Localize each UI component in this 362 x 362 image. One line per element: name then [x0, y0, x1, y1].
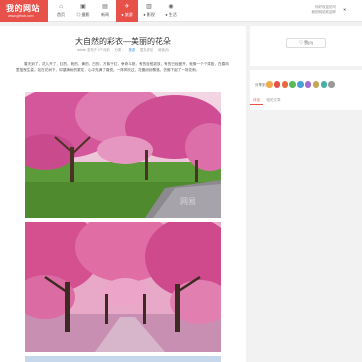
nav-home[interactable]: ⌂ 首页: [50, 0, 72, 22]
article-paragraph: 春天到了，花儿开了，红的、粉的、黄的、白的，万紫千红，争奇斗艳，有的含苞欲放，有…: [16, 62, 229, 72]
nav-news-label: 新闻: [101, 12, 109, 17]
photo-watermark: 网易: [180, 197, 196, 206]
article-category-prefix: 分类：: [114, 48, 125, 52]
share-panel: 分享到： 评论 相关文章: [250, 70, 362, 110]
share-qq-icon[interactable]: [297, 81, 304, 88]
logo-title: 我的网站: [6, 4, 40, 13]
share-douban-icon[interactable]: [312, 81, 320, 88]
cherry-blossom-photo-1: 网易: [25, 92, 221, 218]
article-title: 大自然的彩衣—美丽的花朵: [75, 37, 171, 46]
nav-movies[interactable]: ▥ ● 影视: [138, 0, 160, 22]
share-tencent-icon[interactable]: [281, 81, 289, 88]
camera-icon: ▣: [80, 4, 86, 10]
share-qzone-icon[interactable]: [266, 81, 273, 88]
nav-movies-label: ● 影视: [143, 12, 155, 17]
share-weibo-icon[interactable]: [273, 81, 281, 88]
plane-icon: ✈: [124, 4, 130, 10]
top-navbar: 我的网站 www.github.com ⌂ 首页 ▣ ◎ 摄影 ▤ 新闻 ✈ ●…: [0, 0, 362, 22]
nav-travel[interactable]: ✈ ● 旅游: [116, 0, 138, 22]
site-logo[interactable]: 我的网站 www.github.com: [0, 0, 48, 22]
nav-news[interactable]: ▤ 新闻: [94, 0, 116, 22]
article-category-link[interactable]: 旅游: [129, 48, 136, 52]
close-icon[interactable]: ✕: [343, 7, 346, 12]
film-icon: ▥: [146, 4, 152, 10]
news-icon: ▤: [102, 4, 108, 10]
article-panel: 大自然的彩衣—美丽的花朵 admin 发布于 2个月前 分类： 旅游 暂无评论 阅…: [0, 26, 246, 362]
logo-subtitle: www.github.com: [8, 14, 34, 18]
welcome-line-2: 我的网站欢迎你: [311, 10, 337, 14]
nav-home-label: 首页: [57, 12, 65, 17]
article-author: admin 发布于 2个月前: [77, 48, 110, 52]
article-views: 阅读(9): [158, 48, 169, 52]
main-nav: ⌂ 首页 ▣ ◎ 摄影 ▤ 新闻 ✈ ● 旅游 ▥ ● 影视 ◉ ● 生活: [50, 0, 182, 22]
nav-life-label: ● 生活: [165, 12, 177, 17]
like-button[interactable]: ♡ 赞(0): [286, 38, 326, 48]
tab-comments[interactable]: 评论: [250, 98, 264, 105]
comment-tabs: 评论 相关文章: [250, 98, 284, 105]
nav-travel-label: ● 旅游: [121, 12, 133, 17]
home-icon: ⌂: [59, 4, 63, 10]
share-more-icon[interactable]: [328, 81, 335, 88]
life-icon: ◉: [168, 4, 174, 10]
article-comments[interactable]: 暂无评论: [140, 48, 153, 52]
photo-3-partial: [25, 356, 221, 362]
share-wechat-icon[interactable]: [289, 81, 296, 88]
tab-related[interactable]: 相关文章: [263, 98, 283, 105]
cherry-blossom-photo-2: [25, 222, 221, 352]
welcome-text: 你好欢迎访问 我的网站欢迎你: [306, 5, 337, 15]
nav-photography-label: ◎ 摄影: [76, 12, 90, 17]
share-renren-icon[interactable]: [304, 81, 312, 88]
share-icons: [266, 81, 336, 88]
article-meta: admin 发布于 2个月前 分类： 旅游 暂无评论 阅读(9): [0, 47, 246, 52]
share-kaixin-icon[interactable]: [320, 81, 328, 88]
nav-life[interactable]: ◉ ● 生活: [160, 0, 182, 22]
nav-photography[interactable]: ▣ ◎ 摄影: [72, 0, 94, 22]
like-panel: ♡ 赞(0): [250, 26, 362, 66]
